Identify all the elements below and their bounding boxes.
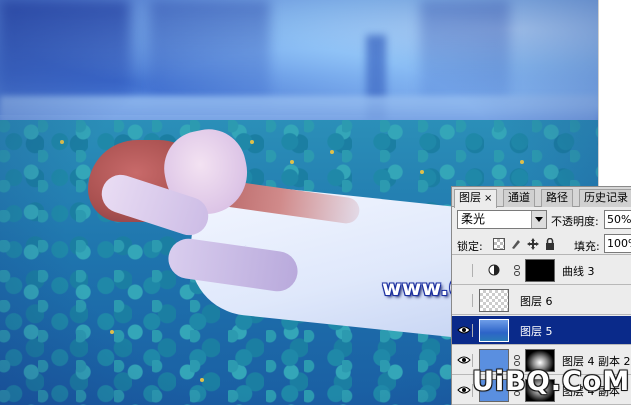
chain-link-icon[interactable] xyxy=(514,265,520,276)
fill-input[interactable]: 100% xyxy=(604,234,631,253)
layer-name: 图层 5 xyxy=(520,325,553,338)
eye-icon xyxy=(457,326,471,334)
tab-label: 历史记录 xyxy=(584,191,628,204)
blend-opacity-row: 柔光 不透明度: 50% xyxy=(452,209,631,231)
tab-paths[interactable]: 路径 xyxy=(541,189,573,207)
visibility-toggle[interactable] xyxy=(455,294,473,307)
fill-label: 填充: xyxy=(574,240,600,253)
visibility-toggle[interactable] xyxy=(455,384,473,397)
visibility-toggle[interactable] xyxy=(455,264,473,277)
opacity-label: 不透明度: xyxy=(551,215,599,228)
lock-all-icon[interactable] xyxy=(544,237,556,250)
visibility-toggle[interactable] xyxy=(455,354,473,367)
lock-transparency-icon[interactable] xyxy=(493,238,505,250)
blend-mode-select[interactable]: 柔光 xyxy=(457,210,547,229)
eye-icon xyxy=(457,386,471,394)
tab-label: 图层 xyxy=(459,191,481,204)
tab-layers[interactable]: 图层 × xyxy=(454,189,498,208)
layer-name: 图层 6 xyxy=(520,295,553,308)
lock-move-icon[interactable] xyxy=(527,238,539,250)
chevron-down-icon[interactable] xyxy=(531,211,546,228)
curves-adjustment-icon xyxy=(479,259,509,282)
tab-label: 路径 xyxy=(546,191,568,204)
panel-tabs: 图层 × 通道 路径 历史记录 xyxy=(452,187,631,208)
chain-link-icon[interactable] xyxy=(514,355,520,366)
corner-logo-text: UiBQ.CoM xyxy=(472,366,631,397)
layer-row-curves-3[interactable]: 曲线 3 xyxy=(452,256,631,285)
close-icon[interactable]: × xyxy=(484,193,492,204)
layer-thumbnail[interactable] xyxy=(479,319,509,342)
lock-brush-icon[interactable] xyxy=(510,238,522,250)
opacity-input[interactable]: 50% xyxy=(604,210,631,229)
layer-row-layer-6[interactable]: 图层 6 xyxy=(452,286,631,315)
tab-label: 通道 xyxy=(508,191,530,204)
tab-history[interactable]: 历史记录 xyxy=(579,189,631,207)
layer-row-layer-5[interactable]: 图层 5 xyxy=(452,316,631,345)
lock-fill-row: 锁定: 填充: 100% xyxy=(452,233,631,255)
eye-icon xyxy=(457,356,471,364)
blend-mode-value: 柔光 xyxy=(461,212,486,226)
corner-logo: UiBQ.CoM xyxy=(472,366,631,405)
layer-mask-thumbnail[interactable] xyxy=(525,259,555,282)
layer-name: 曲线 3 xyxy=(562,265,595,278)
visibility-toggle[interactable] xyxy=(455,324,473,337)
layer-thumbnail[interactable] xyxy=(479,289,509,312)
tab-channels[interactable]: 通道 xyxy=(503,189,535,207)
lock-label: 锁定: xyxy=(457,240,483,253)
